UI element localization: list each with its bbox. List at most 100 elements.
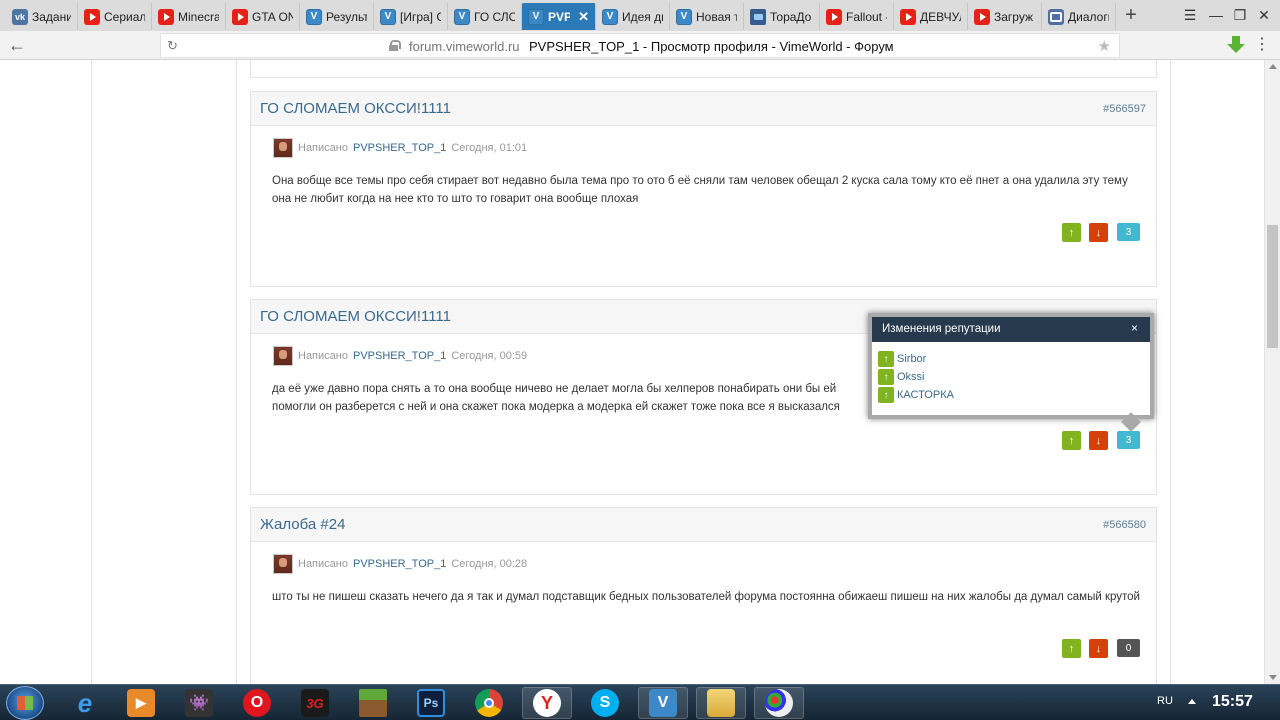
- post-id-link[interactable]: #566580: [1103, 519, 1146, 531]
- tab-zadaniya[interactable]: vk Задания: [6, 3, 78, 30]
- post-id-link[interactable]: #566597: [1103, 103, 1146, 115]
- paint-icon[interactable]: [754, 687, 804, 719]
- tab-gta-online[interactable]: GTA ON: [226, 3, 300, 30]
- user-link[interactable]: КАСТОРКА: [897, 389, 954, 401]
- photoshop-icon[interactable]: Ps: [406, 687, 456, 719]
- windows-taskbar: e ▶ 👾 O 3G Ps Y S V RU 15:57: [0, 684, 1280, 720]
- vimeworld-icon[interactable]: V: [638, 687, 688, 719]
- tab-label: ТораДо: [770, 9, 812, 24]
- tab-pvpsher-active[interactable]: PVPS ✕: [522, 3, 596, 30]
- bookmark-star-icon[interactable]: ★: [1098, 37, 1111, 55]
- tab-ideya[interactable]: Идея ди: [596, 3, 670, 30]
- tab-results[interactable]: Результ: [300, 3, 374, 30]
- tab-label: Minecraft: [178, 9, 219, 24]
- tab-igra[interactable]: [Игра] С: [374, 3, 448, 30]
- youtube-icon: [84, 8, 100, 25]
- post-title-link[interactable]: Жалоба #24: [260, 516, 345, 533]
- tab-novaya[interactable]: Новая т: [670, 3, 744, 30]
- chrome-icon[interactable]: [464, 687, 514, 719]
- author-link[interactable]: PVPSHER_TOP_1: [353, 142, 446, 154]
- close-icon[interactable]: ✕: [578, 9, 589, 25]
- author-link[interactable]: PVPSHER_TOP_1: [353, 350, 446, 362]
- 3g-icon[interactable]: 3G: [290, 687, 340, 719]
- post-header: Жалоба #24 #566580: [251, 508, 1156, 542]
- back-button[interactable]: ←: [6, 34, 28, 56]
- rep-count-badge[interactable]: 0: [1117, 639, 1140, 657]
- tab-label: Загруж: [994, 9, 1033, 24]
- avatar[interactable]: [273, 346, 293, 366]
- scroll-down-icon[interactable]: [1269, 675, 1277, 680]
- rep-up-button[interactable]: ↑: [1062, 639, 1081, 658]
- vk-icon: vk: [12, 8, 28, 25]
- tab-serial[interactable]: Сериал: [78, 3, 152, 30]
- browser-tab-strip: vk Задания Сериал Minecraft GTA ON Резул…: [0, 0, 1280, 31]
- youtube-icon: [826, 8, 842, 25]
- start-button[interactable]: [6, 686, 44, 720]
- minimize-icon[interactable]: —: [1204, 4, 1228, 26]
- minecraft-icon[interactable]: [348, 687, 398, 719]
- arrow-up-icon: ↑: [878, 387, 894, 403]
- page-scrollbar[interactable]: [1264, 60, 1280, 684]
- toradora-icon: [750, 8, 766, 25]
- avatar[interactable]: [273, 138, 293, 158]
- system-clock[interactable]: 15:57: [1212, 693, 1253, 711]
- youtube-icon: [974, 8, 990, 25]
- post-title-link[interactable]: ГО СЛОМАЕМ ОКССИ!1111: [260, 100, 451, 117]
- user-link[interactable]: Sirbor: [897, 353, 926, 365]
- post: ГО СЛОМАЕМ ОКССИ!1111 #566597 Написано P…: [250, 91, 1157, 287]
- scroll-up-icon[interactable]: [1269, 64, 1277, 69]
- tab-minecraft[interactable]: Minecraft: [152, 3, 226, 30]
- url-field[interactable]: ↻ forum.vimeworld.ru PVPSHER_TOP_1 - Про…: [160, 33, 1120, 58]
- tab-label: Результ: [326, 9, 367, 24]
- written-by-label: Написано: [298, 142, 348, 154]
- tab-toradora[interactable]: ТораДо: [744, 3, 820, 30]
- post-author-row: Написано PVPSHER_TOP_1 Сегодня, 00:28: [273, 554, 527, 574]
- scroll-thumb[interactable]: [1267, 225, 1278, 348]
- hamburger-menu-icon[interactable]: ☰: [1178, 4, 1202, 26]
- reload-icon[interactable]: ↻: [167, 38, 178, 54]
- vimeworld-icon: [528, 8, 544, 25]
- tab-dialogi[interactable]: Диалоги: [1042, 3, 1116, 30]
- tab-go-slomaem[interactable]: ГО СЛОМ: [448, 3, 522, 30]
- tab-label: Задания: [32, 9, 71, 24]
- rep-up-button[interactable]: ↑: [1062, 431, 1081, 450]
- vimeworld-icon: [676, 8, 692, 25]
- media-player-icon[interactable]: ▶: [116, 687, 166, 719]
- tray-expand-icon[interactable]: [1188, 699, 1196, 704]
- tab-zagruzh[interactable]: Загруж: [968, 3, 1042, 30]
- tab-devchul[interactable]: ДЕВЧУЛ: [894, 3, 968, 30]
- skype-icon[interactable]: S: [580, 687, 630, 719]
- lock-icon: [389, 40, 401, 51]
- rep-down-button[interactable]: ↓: [1089, 431, 1108, 450]
- rep-down-button[interactable]: ↓: [1089, 639, 1108, 658]
- popup-close-button[interactable]: ×: [1131, 321, 1138, 335]
- popup-title: Изменения репутации: [882, 323, 1001, 335]
- more-menu-icon[interactable]: ⋮: [1254, 34, 1270, 54]
- tab-label: PVPS: [548, 9, 570, 24]
- game-icon[interactable]: 👾: [174, 687, 224, 719]
- ie-icon[interactable]: e: [60, 687, 110, 719]
- download-icon[interactable]: [1226, 34, 1246, 56]
- rep-up-button[interactable]: ↑: [1062, 223, 1081, 242]
- window-close-icon[interactable]: ✕: [1252, 4, 1276, 26]
- rep-count-badge[interactable]: 3: [1117, 431, 1140, 449]
- rep-count-badge[interactable]: 3: [1117, 223, 1140, 241]
- opera-icon[interactable]: O: [232, 687, 282, 719]
- rep-down-button[interactable]: ↓: [1089, 223, 1108, 242]
- user-link[interactable]: Okssi: [897, 371, 925, 383]
- tab-fallout[interactable]: Fallout -: [820, 3, 894, 30]
- post-title-link[interactable]: ГО СЛОМАЕМ ОКССИ!1111: [260, 308, 451, 325]
- url-domain: forum.vimeworld.ru: [409, 39, 520, 54]
- explorer-icon[interactable]: [696, 687, 746, 719]
- post: Жалоба #24 #566580 Написано PVPSHER_TOP_…: [250, 507, 1157, 684]
- reputation-item: ↑ Okssi: [878, 368, 1150, 386]
- author-link[interactable]: PVPSHER_TOP_1: [353, 558, 446, 570]
- new-tab-button[interactable]: +: [1120, 4, 1142, 26]
- vimeworld-icon: [454, 8, 470, 25]
- restore-icon[interactable]: ❐: [1228, 4, 1252, 26]
- language-indicator[interactable]: RU: [1157, 695, 1173, 707]
- vimeworld-icon: [306, 8, 322, 25]
- yandex-browser-icon[interactable]: Y: [522, 687, 572, 719]
- reputation-controls: ↑ ↓ 0: [1062, 639, 1140, 658]
- avatar[interactable]: [273, 554, 293, 574]
